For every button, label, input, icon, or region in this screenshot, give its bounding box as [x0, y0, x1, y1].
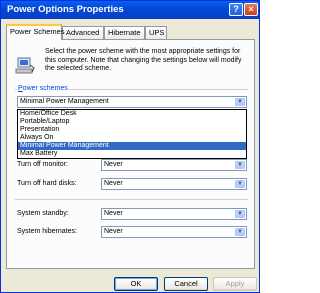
hard-disks-value: Never [104, 180, 123, 187]
apply-button[interactable]: Apply [213, 277, 257, 291]
chevron-down-icon[interactable]: ▼ [235, 161, 245, 169]
power-schemes-label-rest: ower schemes [22, 85, 68, 92]
tab-power-schemes[interactable]: Power Schemes [6, 24, 65, 40]
monitor-select[interactable]: Never ▼ [101, 159, 247, 171]
hibernate-label: System hibernates: [17, 228, 77, 235]
power-options-window: Power Options Properties ? × Power Schem… [0, 0, 260, 293]
chevron-down-icon[interactable]: ▼ [235, 180, 245, 188]
option-portable-laptop[interactable]: Portable/Laptop [18, 118, 246, 126]
hibernate-select[interactable]: Never ▼ [101, 226, 247, 238]
option-home-office-desk[interactable]: Home/Office Desk [18, 110, 246, 118]
option-max-battery[interactable]: Max Battery [18, 150, 246, 158]
chevron-down-icon[interactable]: ▼ [235, 210, 245, 218]
power-schemes-panel: Select the power scheme with the most ap… [6, 39, 255, 269]
option-presentation[interactable]: Presentation [18, 126, 246, 134]
ok-button[interactable]: OK [114, 277, 158, 291]
monitor-value: Never [104, 161, 123, 168]
hard-disks-label: Turn off hard disks: [17, 180, 77, 187]
settings-separator [15, 199, 248, 200]
close-button[interactable]: × [244, 3, 258, 16]
power-scheme-dropdown-list: Home/Office Desk Portable/Laptop Present… [17, 109, 247, 159]
option-minimal-power-management[interactable]: Minimal Power Management [18, 142, 246, 150]
tab-ups[interactable]: UPS [145, 26, 167, 39]
title-bar[interactable]: Power Options Properties ? × [1, 1, 259, 19]
hibernate-value: Never [104, 228, 123, 235]
power-scheme-icon [15, 57, 35, 74]
tab-hibernate[interactable]: Hibernate [104, 26, 145, 39]
power-scheme-selected-value: Minimal Power Management [20, 98, 109, 105]
chevron-down-icon[interactable]: ▼ [235, 98, 245, 106]
window-title: Power Options Properties [7, 4, 124, 15]
chevron-down-icon[interactable]: ▼ [235, 228, 245, 236]
standby-value: Never [104, 210, 123, 217]
standby-label: System standby: [17, 210, 69, 217]
hard-disks-select[interactable]: Never ▼ [101, 178, 247, 190]
standby-select[interactable]: Never ▼ [101, 208, 247, 220]
help-button[interactable]: ? [229, 3, 243, 16]
power-schemes-group-label: Power schemes [17, 85, 69, 92]
tab-advanced[interactable]: Advanced [62, 26, 104, 39]
power-scheme-select[interactable]: Minimal Power Management ▼ [17, 96, 247, 108]
cancel-button[interactable]: Cancel [164, 277, 208, 291]
option-always-on[interactable]: Always On [18, 134, 246, 142]
monitor-label: Turn off monitor: [17, 161, 68, 168]
description-text: Select the power scheme with the most ap… [45, 48, 242, 72]
